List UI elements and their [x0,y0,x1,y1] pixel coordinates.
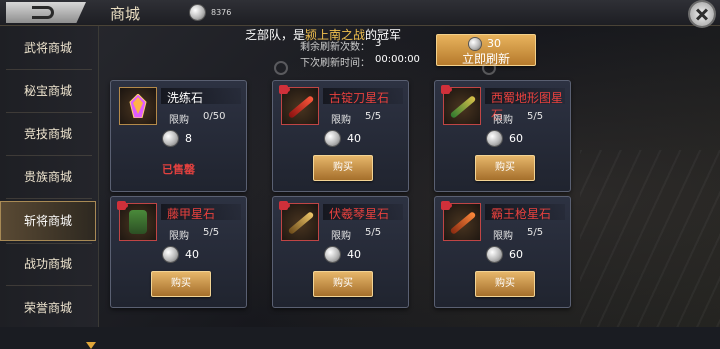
item-price: 40 [185,248,199,261]
limit-label: 限购 [493,115,513,126]
refresh-cost: 30 [487,37,501,50]
sidebar-item-general-shop[interactable]: 武将商城 [0,28,96,68]
limit-value: 5/5 [203,227,220,238]
decoration-ring-icon [274,61,288,75]
puzzle-piece-icon [279,85,290,94]
limit-value: 0/50 [203,111,226,122]
silver-coin-icon [325,247,340,262]
item-price: 60 [509,132,523,145]
item-name: 洗练石 [167,91,204,105]
divider [6,285,92,286]
silver-coin-icon [487,247,502,262]
limit-label: 限购 [331,231,351,242]
item-name: 伏羲琴星石 [329,207,390,221]
item-price: 8 [185,132,192,145]
currency-amount: 8376 [211,8,232,17]
shop-category-sidebar: 武将商城 秘宝商城 竞技商城 贵族商城 斩将商城 战功商城 荣誉商城 [0,26,99,349]
limit-label: 限购 [493,231,513,242]
silver-coin-icon [487,131,502,146]
item-icon-refine-stone[interactable] [119,87,157,125]
buy-button[interactable]: 购买 [475,271,535,297]
limit-label: 限购 [169,115,189,126]
item-price: 60 [509,248,523,261]
limit-value: 5/5 [527,227,544,238]
page-title: 商城 [110,5,141,23]
limit-label: 限购 [169,231,189,242]
buy-button[interactable]: 购买 [313,155,373,181]
silver-coin-icon [469,38,481,50]
item-name: 古锭刀星石 [329,91,390,105]
shop-item-card: 洗练石 限购 0/50 8 已售罄 [110,80,247,192]
refresh-count-label: 剩余刷新次数： [300,42,370,53]
silver-coin-icon [325,131,340,146]
limit-value: 5/5 [527,111,544,122]
back-arrow-icon [32,6,54,19]
sidebar-item-slayer-shop[interactable]: 斩将商城 [0,201,96,241]
divider [6,155,92,156]
item-name: 霸王枪星石 [491,207,552,221]
sidebar-item-honor-shop[interactable]: 荣誉商城 [0,288,96,328]
sidebar-item-treasure-shop[interactable]: 秘宝商城 [0,71,96,111]
puzzle-piece-icon [117,201,128,210]
limit-label: 限购 [331,115,351,126]
limit-value: 5/5 [365,227,382,238]
sidebar-item-arena-shop[interactable]: 竞技商城 [0,114,96,154]
next-refresh-label: 下次刷新时间： [300,58,370,69]
divider [6,198,92,199]
divider [6,69,92,70]
puzzle-piece-icon [279,201,290,210]
background-decoration [580,150,720,327]
top-bar: 商城 8376 [0,0,720,26]
shop-item-card: 西蜀地形图星石 限购 5/5 60 购买 [434,80,571,192]
refresh-count-value: 3 [375,38,382,49]
close-button[interactable] [690,2,714,26]
scroll-down-arrow-icon[interactable] [86,342,96,349]
limit-value: 5/5 [365,111,382,122]
spear-icon [449,211,477,235]
shop-item-card: 藤甲星石 限购 5/5 40 购买 [110,196,247,308]
crystal-icon [129,94,147,118]
shop-item-card: 古锭刀星石 限购 5/5 40 购买 [272,80,409,192]
blade-icon [287,95,315,119]
decoration-ring-icon [482,61,496,75]
item-icon-overlord-spear-star-stone[interactable] [441,201,481,241]
buy-button[interactable]: 购买 [151,271,211,297]
silver-coin-icon [163,131,178,146]
item-price: 40 [347,132,361,145]
puzzle-piece-icon [441,85,452,94]
sidebar-item-merit-shop[interactable]: 战功商城 [0,244,96,284]
armor-icon [129,210,147,234]
next-refresh-time: 00:00:00 [375,54,420,65]
qin-icon [287,211,315,235]
shop-item-card: 伏羲琴星石 限购 5/5 40 购买 [272,196,409,308]
buy-button[interactable]: 购买 [475,155,535,181]
silver-coin-icon [190,5,205,20]
sidebar-item-noble-shop[interactable]: 贵族商城 [0,157,96,197]
scroll-icon [449,95,477,119]
item-icon-guding-blade-star-stone[interactable] [279,85,319,125]
item-icon-rattan-armor-star-stone[interactable] [117,201,157,241]
buy-button[interactable]: 购买 [313,271,373,297]
item-icon-xishu-map-star-stone[interactable] [441,85,481,125]
item-name: 藤甲星石 [167,207,216,221]
shop-item-card: 霸王枪星石 限购 5/5 60 购买 [434,196,571,308]
puzzle-piece-icon [441,201,452,210]
silver-coin-icon [163,247,178,262]
divider [6,112,92,113]
item-price: 40 [347,248,361,261]
back-button[interactable] [6,2,86,23]
sold-out-label: 已售罄 [162,163,195,176]
item-icon-fuxi-qin-star-stone[interactable] [279,201,319,241]
